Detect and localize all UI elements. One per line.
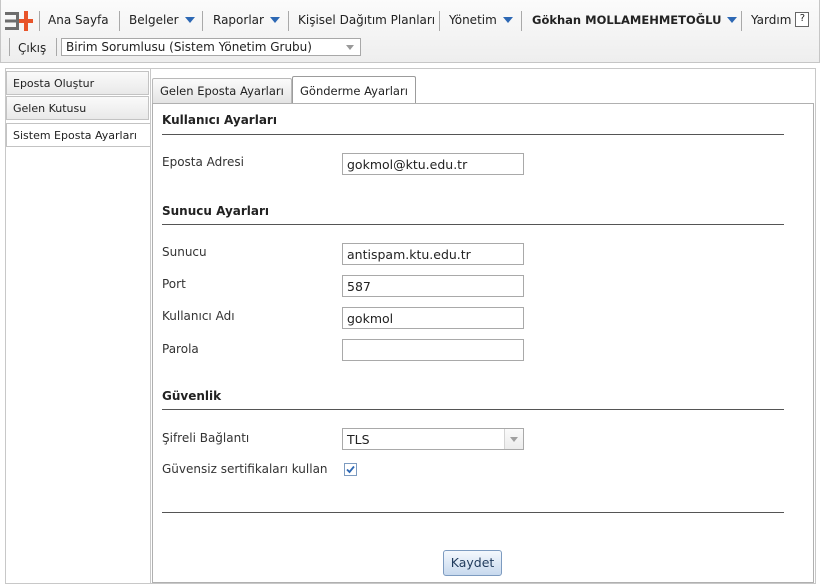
port-field[interactable]	[342, 275, 524, 297]
insecure-certificates-checkbox[interactable]	[344, 463, 357, 476]
chevron-down-icon	[346, 45, 354, 50]
section-divider	[162, 134, 784, 135]
chevron-down-icon	[510, 437, 518, 442]
menu-help[interactable]: Yardım?	[751, 9, 810, 31]
chevron-down-icon	[502, 16, 513, 23]
section-title-user-settings: Kullanıcı Ayarları	[162, 113, 277, 127]
section-divider	[162, 512, 784, 513]
email-label: Eposta Adresi	[162, 155, 244, 169]
username-field[interactable]	[342, 307, 524, 329]
toolbar-separator	[202, 11, 203, 31]
sidebar: Eposta Oluştur Gelen Kutusu Sistem Epost…	[5, 68, 152, 584]
tab-incoming-email-settings[interactable]: Gelen Eposta Ayarları	[152, 78, 292, 103]
encrypted-connection-value: TLS	[347, 432, 370, 447]
username-label: Kullanıcı Adı	[162, 309, 235, 323]
menu-admin[interactable]: Yönetim	[449, 9, 513, 31]
menu-user-label: Gökhan MOLLAMEHMETOĞLU	[532, 13, 722, 27]
toolbar-separator	[119, 11, 120, 31]
tab-sending-settings[interactable]: Gönderme Ayarları	[292, 76, 416, 104]
menu-admin-label: Yönetim	[449, 13, 497, 27]
toolbar-separator	[741, 11, 742, 31]
toolbar-separator	[39, 11, 40, 31]
section-title-server-settings: Sunucu Ayarları	[162, 204, 270, 218]
section-title-security: Güvenlik	[162, 389, 222, 403]
chevron-down-icon	[184, 16, 195, 23]
logout-link[interactable]: Çıkış	[18, 37, 46, 59]
email-field[interactable]	[342, 153, 524, 175]
menu-documents[interactable]: Belgeler	[129, 9, 195, 31]
tab-strip: Gelen Eposta Ayarları Gönderme Ayarları	[151, 69, 815, 104]
menu-distribution-plans[interactable]: Kişisel Dağıtım Planları	[298, 9, 435, 31]
toolbar-separator	[288, 11, 289, 31]
checkmark-icon	[346, 465, 355, 474]
dropdown-button[interactable]	[504, 429, 523, 449]
insecure-certificates-label: Güvensiz sertifikaları kullan	[162, 462, 328, 476]
section-divider	[162, 224, 784, 225]
save-button[interactable]: Kaydet	[443, 550, 502, 576]
toolbar-separator	[56, 38, 57, 56]
sending-settings-form: Kullanıcı Ayarları Eposta Adresi Sunucu …	[152, 103, 814, 583]
toolbar-separator	[9, 38, 10, 56]
menu-help-label: Yardım	[751, 13, 792, 27]
sidebar-item-compose-email[interactable]: Eposta Oluştur	[6, 71, 149, 95]
menu-reports[interactable]: Raporlar	[213, 9, 280, 31]
menu-reports-label: Raporlar	[213, 13, 264, 27]
top-toolbar: Ana Sayfa Belgeler Raporlar Kişisel Dağı…	[0, 0, 820, 63]
encrypted-connection-label: Şifreli Bağlantı	[162, 431, 250, 445]
help-icon: ?	[795, 12, 810, 27]
toolbar-separator	[439, 11, 440, 31]
role-select[interactable]: Birim Sorumlusu (Sistem Yönetim Grubu)	[61, 38, 361, 56]
toolbar-separator	[521, 11, 522, 31]
server-label: Sunucu	[162, 245, 207, 259]
chevron-down-icon	[727, 16, 738, 23]
port-label: Port	[162, 277, 186, 291]
menu-user[interactable]: Gökhan MOLLAMEHMETOĞLU	[532, 9, 738, 31]
content-panel: Gelen Eposta Ayarları Gönderme Ayarları …	[150, 68, 816, 584]
sidebar-item-inbox[interactable]: Gelen Kutusu	[6, 96, 149, 120]
app-logo-icon[interactable]	[4, 9, 36, 33]
chevron-down-icon	[269, 16, 280, 23]
password-field[interactable]	[342, 339, 524, 361]
server-field[interactable]	[342, 243, 524, 265]
role-select-value: Birim Sorumlusu (Sistem Yönetim Grubu)	[66, 40, 312, 54]
menu-home[interactable]: Ana Sayfa	[48, 9, 109, 31]
password-label: Parola	[162, 342, 199, 356]
sidebar-item-system-email-settings[interactable]: Sistem Eposta Ayarları	[6, 123, 151, 147]
section-divider	[162, 409, 784, 410]
menu-documents-label: Belgeler	[129, 13, 179, 27]
encrypted-connection-select[interactable]: TLS	[342, 428, 524, 450]
